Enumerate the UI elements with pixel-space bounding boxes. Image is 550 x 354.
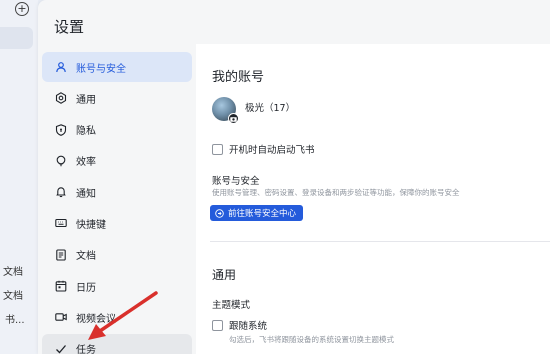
arrow-circle-icon — [215, 208, 224, 218]
add-icon[interactable]: + — [15, 2, 29, 16]
window-title: 设置 — [54, 18, 85, 36]
my-account-heading: 我的账号 — [212, 70, 265, 85]
follow-system-desc: 勾选后，飞书将跟随设备的系统设置切换主题模式 — [229, 335, 394, 344]
settings-content-panel: 我的账号 极光（17） 开机时自动启动飞书 账号与安全 使用账号管理、密码设置、… — [196, 44, 550, 354]
nav-item-general[interactable]: 通用 — [42, 83, 192, 113]
theme-mode-title: 主题模式 — [212, 300, 251, 311]
bell-icon — [54, 185, 68, 199]
calendar-icon — [54, 279, 68, 293]
account-security-title: 账号与安全 — [212, 176, 260, 187]
goto-security-center-label: 前往账号安全中心 — [228, 209, 297, 219]
settings-nav: 账号与安全 通用 隐私 效率 通知 快捷键 文档 日历 视频会议 任务 — [42, 52, 192, 354]
section-divider — [210, 241, 550, 242]
user-name: 极光（17） — [245, 103, 296, 114]
nav-item-label: 视频会议 — [76, 313, 116, 325]
check-task-icon — [54, 342, 68, 354]
follow-system-checkbox[interactable] — [212, 319, 223, 331]
nav-item-label: 隐私 — [76, 126, 96, 138]
auto-start-row[interactable]: 开机时自动启动飞书 — [212, 142, 315, 156]
background-selected-item[interactable] — [0, 27, 33, 49]
nav-item-efficiency[interactable]: 效率 — [42, 146, 192, 176]
keyboard-icon — [54, 216, 68, 230]
follow-system-row[interactable]: 跟随系统 — [212, 318, 267, 332]
lightbulb-icon — [54, 154, 68, 168]
nav-item-label: 效率 — [76, 157, 96, 169]
nav-item-label: 快捷键 — [76, 219, 106, 231]
follow-system-label: 跟随系统 — [229, 321, 268, 332]
video-icon — [54, 310, 68, 324]
background-app-sidebar: + 文档 文档 书... — [0, 0, 38, 354]
nav-item-video-meeting[interactable]: 视频会议 — [42, 302, 192, 332]
nav-item-calendar[interactable]: 日历 — [42, 271, 192, 301]
nav-item-label: 账号与安全 — [76, 63, 126, 75]
nav-item-tasks[interactable]: 任务 — [42, 333, 192, 354]
account-security-desc: 使用账号管理、密码设置、登录设备和两步验证等功能，保障你的账号安全 — [212, 188, 460, 197]
nav-item-shortcuts[interactable]: 快捷键 — [42, 208, 192, 238]
auto-start-label: 开机时自动启动飞书 — [229, 145, 315, 156]
nav-item-label: 通用 — [76, 94, 96, 106]
background-list-item[interactable]: 文档 — [3, 287, 41, 302]
camera-icon[interactable] — [228, 113, 239, 124]
document-icon — [54, 248, 68, 262]
nav-item-docs[interactable]: 文档 — [42, 240, 192, 270]
goto-security-center-button[interactable]: 前往账号安全中心 — [210, 205, 304, 221]
settings-window: 设置 账号与安全 通用 隐私 效率 通知 快捷键 文档 日历 视频会议 任务 我… — [38, 0, 550, 354]
auto-start-checkbox[interactable] — [212, 143, 223, 155]
nav-item-label: 任务 — [76, 345, 96, 354]
nav-item-label: 日历 — [76, 282, 96, 294]
nav-item-label: 文档 — [76, 251, 96, 263]
user-icon — [54, 60, 68, 74]
general-heading: 通用 — [212, 268, 237, 282]
gear-icon — [54, 91, 68, 105]
nav-item-account-security[interactable]: 账号与安全 — [42, 52, 192, 82]
shield-icon — [54, 123, 68, 137]
nav-item-label: 通知 — [76, 188, 96, 200]
nav-item-notifications[interactable]: 通知 — [42, 177, 192, 207]
nav-item-privacy[interactable]: 隐私 — [42, 115, 192, 145]
background-list-item[interactable]: 文档 — [3, 263, 41, 278]
